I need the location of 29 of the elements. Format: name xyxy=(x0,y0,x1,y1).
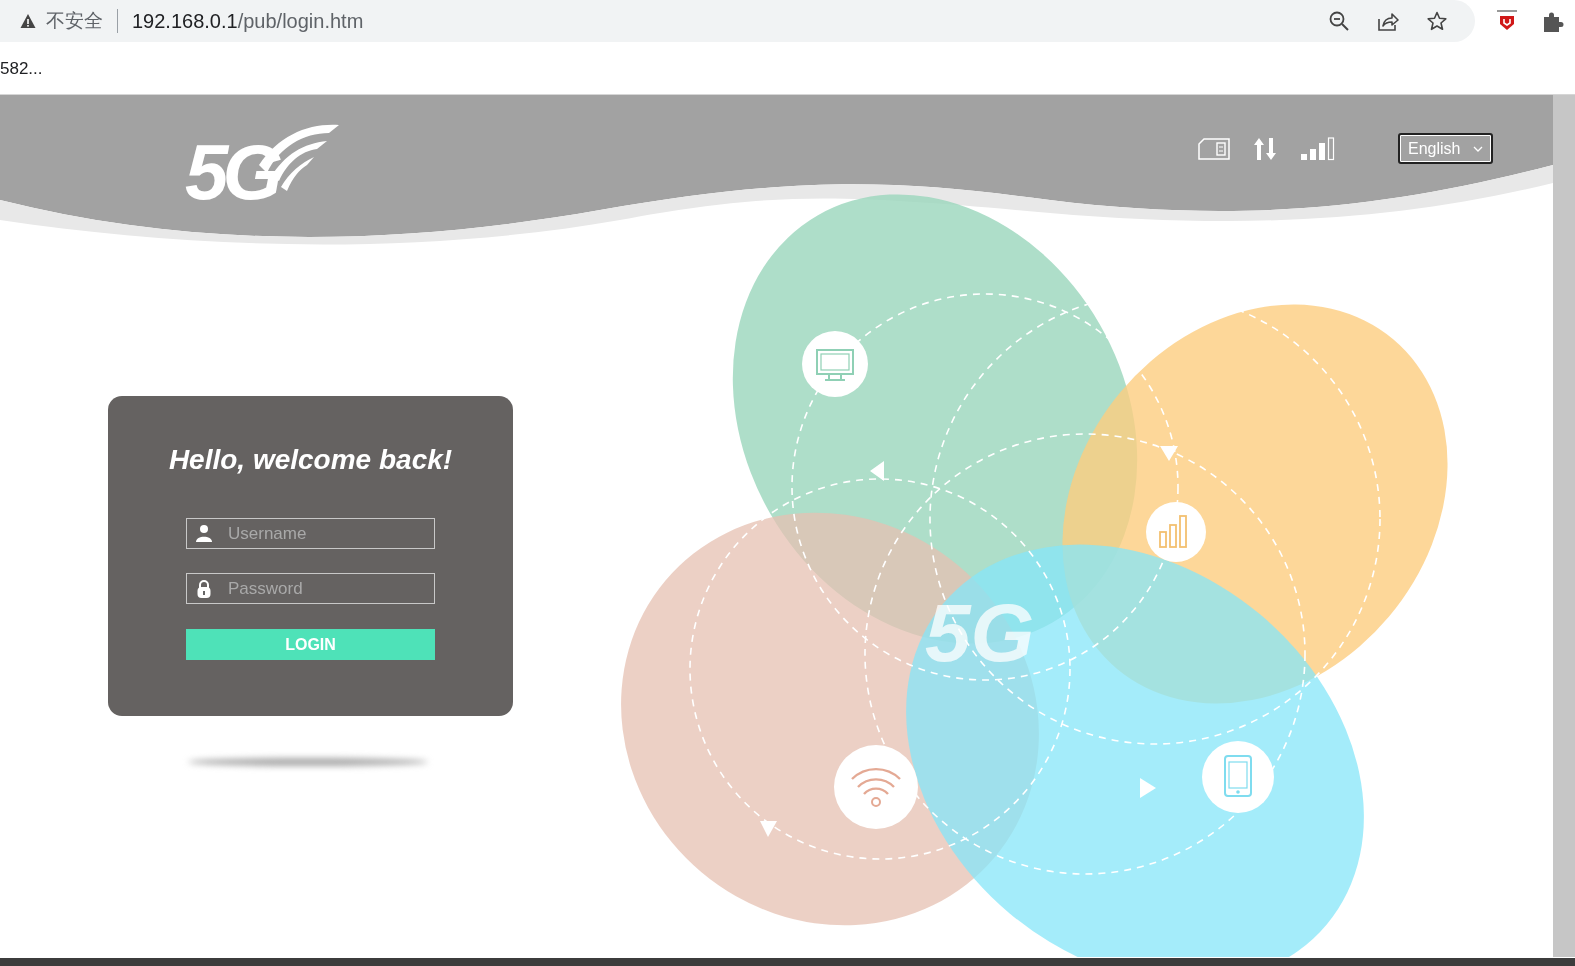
user-icon xyxy=(195,524,213,542)
smartphone-icon xyxy=(1202,741,1274,813)
center-logo-text: 5G xyxy=(925,587,1035,678)
scrollbar[interactable] xyxy=(1553,95,1575,957)
arrow-head-icon xyxy=(760,821,777,837)
signal-bars-icon xyxy=(1300,136,1336,161)
arrow-head-icon xyxy=(870,461,884,481)
data-transfer-icon xyxy=(1252,136,1278,161)
monitor-icon xyxy=(802,331,868,397)
logo: 5G xyxy=(185,115,340,210)
bar-chart-icon xyxy=(1146,502,1206,562)
arrow-head-icon xyxy=(1160,446,1178,461)
security-label: 不安全 xyxy=(46,9,103,33)
chevron-down-icon xyxy=(1473,145,1483,152)
username-field[interactable]: Username xyxy=(186,518,435,549)
url-text: 192.168.0.1/pub/login.htm xyxy=(132,9,364,33)
shield-extension-icon[interactable] xyxy=(1495,9,1519,33)
wifi-icon xyxy=(834,745,918,829)
welcome-title: Hello, welcome back! xyxy=(168,444,453,476)
star-icon[interactable] xyxy=(1427,11,1447,31)
arrow-head-icon xyxy=(1140,778,1156,798)
warning-icon xyxy=(20,13,36,29)
padlock-icon xyxy=(195,579,213,599)
password-field[interactable]: Password xyxy=(186,573,435,604)
address-bar[interactable]: 不安全 192.168.0.1/pub/login.htm xyxy=(0,0,1475,42)
sim-card-icon xyxy=(1198,137,1230,160)
zoom-out-icon[interactable] xyxy=(1329,11,1349,31)
bookmark-item[interactable]: 582... xyxy=(0,59,43,79)
share-icon[interactable] xyxy=(1377,11,1399,31)
